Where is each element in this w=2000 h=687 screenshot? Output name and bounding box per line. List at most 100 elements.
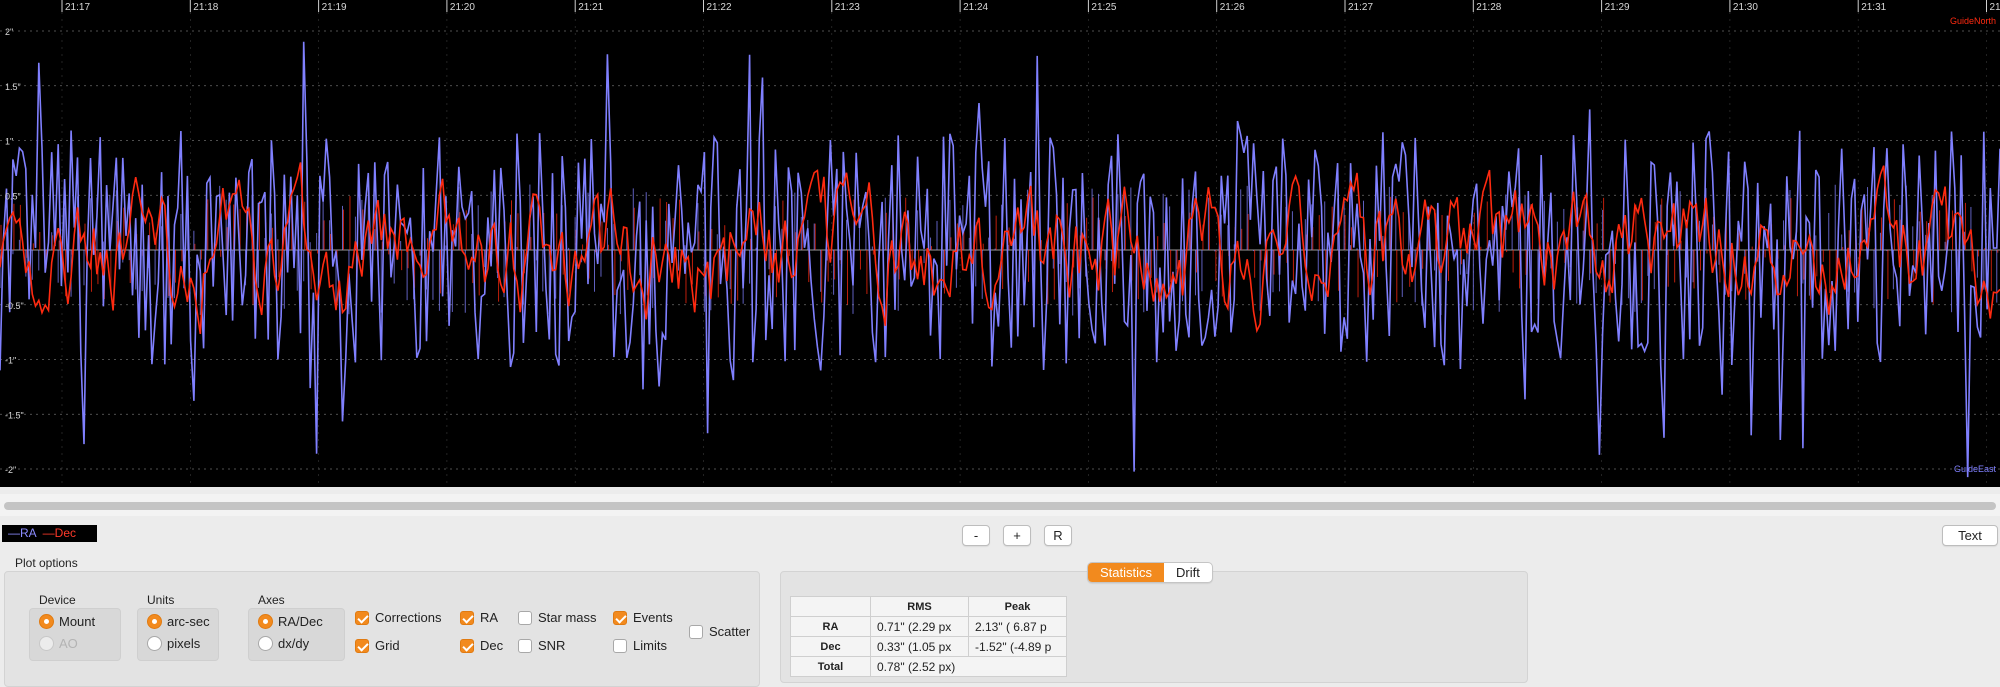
y-axis-label: 2" [5, 27, 13, 37]
scatter-checkbox[interactable]: Scatter [689, 624, 750, 639]
radio-indicator [147, 636, 162, 651]
checkbox-indicator [689, 624, 703, 639]
time-tick-label: 21:20 [450, 2, 475, 13]
units-group-title: Units [147, 593, 175, 607]
checkbox-indicator [355, 638, 369, 653]
time-tick-label: 21:21 [578, 2, 603, 13]
reset-zoom-button[interactable]: R [1044, 525, 1072, 546]
stats-header-rms: RMS [870, 596, 969, 617]
stats-rms-value: 0.33" (1.05 px [870, 636, 969, 657]
checkbox-indicator [613, 638, 627, 653]
axes-radec-radio[interactable]: RA/Dec [258, 614, 323, 629]
radio-indicator [258, 636, 273, 651]
checkbox-label: RA [480, 610, 499, 625]
stats-row-ra: RA 0.71" (2.29 px 2.13" ( 6.87 p [790, 616, 1067, 637]
checkbox-indicator [518, 610, 532, 625]
legend-ra: —RA [8, 526, 37, 540]
time-tick-label: 21:29 [1605, 2, 1630, 13]
checkbox-indicator [613, 610, 627, 625]
axes-group-title: Axes [258, 593, 285, 607]
tab-drift[interactable]: Drift [1164, 563, 1212, 582]
stats-row-total: Total 0.78" (2.52 px) [790, 656, 1067, 677]
stats-rms-value: 0.78" (2.52 px) [870, 656, 1067, 677]
y-axis-label: -0.5" [5, 301, 24, 311]
radio-indicator [39, 636, 54, 651]
radio-label: AO [59, 636, 78, 651]
checkbox-indicator [518, 638, 532, 653]
legend-dec: —Dec [42, 526, 77, 540]
grid-checkbox[interactable]: Grid [355, 638, 400, 653]
dec-checkbox[interactable]: Dec [460, 638, 503, 653]
stats-row-label: Dec [790, 636, 871, 657]
guide-east-label: GuideEast [1954, 464, 1997, 474]
stats-tab-bar: Statistics Drift [1087, 562, 1213, 583]
checkbox-indicator [460, 638, 474, 653]
stats-table: RMS Peak RA 0.71" (2.29 px 2.13" ( 6.87 … [790, 596, 1067, 677]
checkbox-label: Grid [375, 638, 400, 653]
time-tick-label: 21:22 [707, 2, 732, 13]
time-tick-label: 21:19 [322, 2, 347, 13]
plot-options-title: Plot options [15, 556, 78, 570]
radio-label: arc-sec [167, 614, 210, 629]
tab-statistics[interactable]: Statistics [1088, 563, 1165, 582]
guide-graph-canvas[interactable]: 2" 1.5" 1" 0.5" -0.5" -1" -1.5" -2" 21:17 21:18 21… [0, 0, 2000, 487]
time-tick-label: 21:26 [1220, 2, 1245, 13]
time-tick-label: 21:17 [65, 2, 90, 13]
zoom-out-button[interactable]: - [962, 525, 990, 546]
radio-indicator [39, 614, 54, 629]
units-arcsec-radio[interactable]: arc-sec [147, 614, 210, 629]
time-tick-label: 21:18 [193, 2, 218, 13]
y-axis-label: 1.5" [5, 82, 21, 92]
checkbox-label: Scatter [709, 624, 751, 639]
stats-peak-value: -1.52" (-4.89 p [968, 636, 1067, 657]
checkbox-indicator [460, 610, 474, 625]
y-axis-label: 1" [5, 137, 13, 147]
checkbox-label: Star mass [538, 610, 597, 625]
graph-legend: —RA —Dec [2, 525, 97, 542]
checkbox-label: Corrections [375, 610, 442, 625]
stats-peak-value: 2.13" ( 6.87 p [968, 616, 1067, 637]
radio-label: Mount [59, 614, 96, 629]
y-axis-label: -1" [5, 356, 16, 366]
stats-rms-value: 0.71" (2.29 px [870, 616, 969, 637]
stats-header-row: RMS Peak [790, 596, 1067, 617]
time-tick-label: 21:24 [963, 2, 988, 13]
checkbox-label: Events [633, 610, 673, 625]
stats-row-label: Total [790, 656, 871, 677]
time-tick-label: 21:3 [1990, 2, 2000, 13]
stats-header-peak: Peak [968, 596, 1067, 617]
stats-row-dec: Dec 0.33" (1.05 px -1.52" (-4.89 p [790, 636, 1067, 657]
ra-series-line [0, 41, 2000, 478]
device-group-title: Device [39, 593, 76, 607]
y-axis-label: -1.5" [5, 410, 24, 420]
limits-checkbox[interactable]: Limits [613, 638, 667, 653]
y-axis-label: 0.5" [5, 191, 21, 201]
guide-north-label: GuideNorth [1950, 16, 1996, 26]
ra-checkbox[interactable]: RA [460, 610, 498, 625]
radio-indicator [147, 614, 162, 629]
time-tick-label: 21:30 [1733, 2, 1758, 13]
stats-row-label: RA [790, 616, 871, 637]
time-tick-label: 21:31 [1861, 2, 1886, 13]
text-button[interactable]: Text [1942, 525, 1998, 546]
star-mass-checkbox[interactable]: Star mass [518, 610, 597, 625]
checkbox-label: SNR [538, 638, 566, 653]
plot-options-panel: Device Mount AO Units arc-sec pixels Axe… [4, 571, 760, 687]
horizontal-scrollbar[interactable] [4, 502, 1996, 510]
radio-indicator [258, 614, 273, 629]
stats-corner-cell [790, 596, 871, 617]
radio-label: pixels [167, 636, 201, 651]
radio-label: RA/Dec [278, 614, 323, 629]
checkbox-indicator [355, 610, 369, 625]
time-tick-label: 21:25 [1091, 2, 1116, 13]
units-pixels-radio[interactable]: pixels [147, 636, 200, 651]
events-checkbox[interactable]: Events [613, 610, 673, 625]
device-mount-radio[interactable]: Mount [39, 614, 95, 629]
axes-dxdy-radio[interactable]: dx/dy [258, 636, 309, 651]
guide-graph-window: 2" 1.5" 1" 0.5" -0.5" -1" -1.5" -2" 21:17 21:18 21… [0, 0, 2000, 687]
snr-checkbox[interactable]: SNR [518, 638, 565, 653]
guide-graph[interactable]: 2" 1.5" 1" 0.5" -0.5" -1" -1.5" -2" 21:17 21:18 21… [0, 0, 2000, 487]
zoom-in-button[interactable]: + [1003, 525, 1031, 546]
corrections-checkbox[interactable]: Corrections [355, 610, 441, 625]
checkbox-label: Limits [633, 638, 667, 653]
